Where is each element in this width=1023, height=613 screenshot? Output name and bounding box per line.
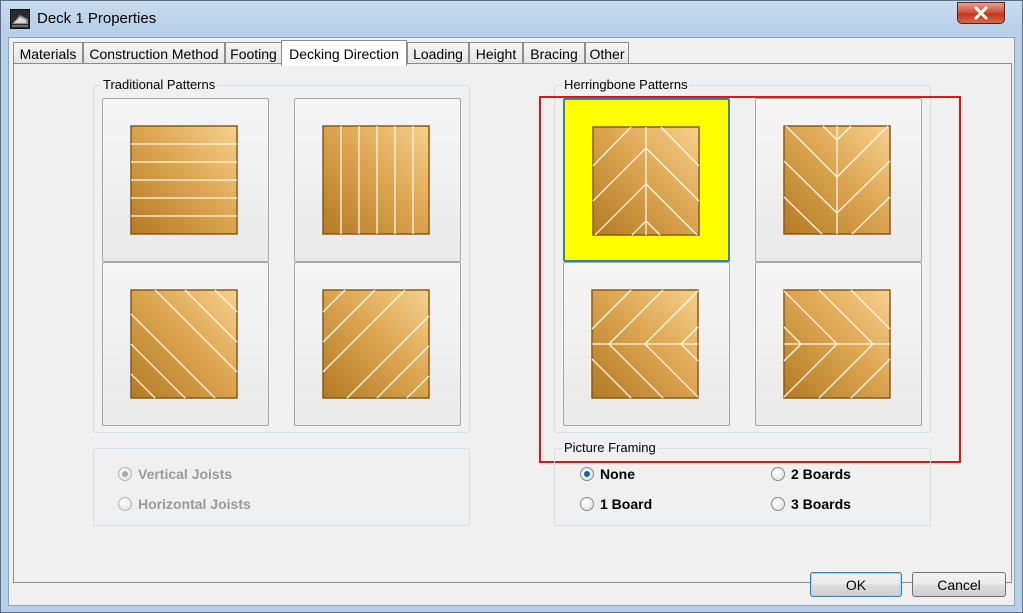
window-title: Deck 1 Properties: [37, 10, 157, 27]
framing-3-boards-radio[interactable]: 3 Boards: [771, 496, 851, 512]
diagonal-down-right-icon: [130, 289, 238, 399]
framing-3-boards-label: 3 Boards: [791, 496, 851, 512]
ok-button[interactable]: OK: [810, 572, 902, 597]
radio-indicator: [771, 497, 785, 511]
pattern-vertical-boards[interactable]: [294, 98, 461, 262]
cancel-button[interactable]: Cancel: [912, 572, 1006, 597]
tab-decking-direction[interactable]: Decking Direction: [281, 40, 407, 66]
radio-indicator: [580, 497, 594, 511]
tab-height[interactable]: Height: [469, 42, 523, 64]
herringbone-highlight-box: [539, 96, 961, 463]
tab-materials[interactable]: Materials: [13, 42, 83, 64]
picture-framing-group: Picture Framing None 1 Board 2 Boards 3 …: [554, 440, 931, 526]
close-x-icon: [974, 6, 988, 20]
herringbone-patterns-label: Herringbone Patterns: [562, 77, 690, 92]
horizontal-joists-radio[interactable]: Horizontal Joists: [118, 496, 251, 512]
tab-bracing[interactable]: Bracing: [523, 42, 585, 64]
framing-1-board-radio[interactable]: 1 Board: [580, 496, 652, 512]
title-bar[interactable]: Deck 1 Properties: [1, 1, 1022, 37]
pattern-diagonal-down-right[interactable]: [102, 262, 269, 426]
traditional-patterns-group: Traditional Patterns: [93, 77, 470, 433]
decking-direction-panel: Traditional Patterns Herringbone Pattern…: [13, 63, 1012, 583]
radio-indicator: [580, 467, 594, 481]
properties-window: Deck 1 Properties Materials Construction…: [0, 0, 1023, 613]
radio-indicator: [118, 467, 132, 481]
horizontal-joists-label: Horizontal Joists: [138, 496, 251, 512]
dialog-client: Materials Construction Method Footing De…: [8, 37, 1015, 606]
diagonal-up-right-icon: [322, 289, 430, 399]
joists-group: Vertical Joists Horizontal Joists: [93, 448, 470, 526]
tab-construction-method[interactable]: Construction Method: [83, 42, 225, 64]
framing-2-boards-radio[interactable]: 2 Boards: [771, 466, 851, 482]
vertical-joists-radio[interactable]: Vertical Joists: [118, 466, 232, 482]
traditional-patterns-label: Traditional Patterns: [101, 77, 218, 92]
framing-none-radio[interactable]: None: [580, 466, 635, 482]
framing-none-label: None: [600, 466, 635, 482]
close-button[interactable]: [957, 2, 1005, 24]
pattern-diagonal-up-right[interactable]: [294, 262, 461, 426]
pattern-horizontal-boards[interactable]: [102, 98, 269, 262]
vertical-joists-label: Vertical Joists: [138, 466, 233, 482]
app-icon: [10, 9, 30, 29]
framing-1-board-label: 1 Board: [600, 496, 653, 512]
framing-2-boards-label: 2 Boards: [791, 466, 851, 482]
radio-indicator: [771, 467, 785, 481]
tab-footing[interactable]: Footing: [225, 42, 282, 64]
radio-indicator: [118, 497, 132, 511]
horizontal-boards-icon: [130, 125, 238, 235]
picture-framing-label: Picture Framing: [562, 440, 658, 455]
tab-other[interactable]: Other: [585, 42, 629, 64]
vertical-boards-icon: [322, 125, 430, 235]
tab-loading[interactable]: Loading: [407, 42, 469, 64]
